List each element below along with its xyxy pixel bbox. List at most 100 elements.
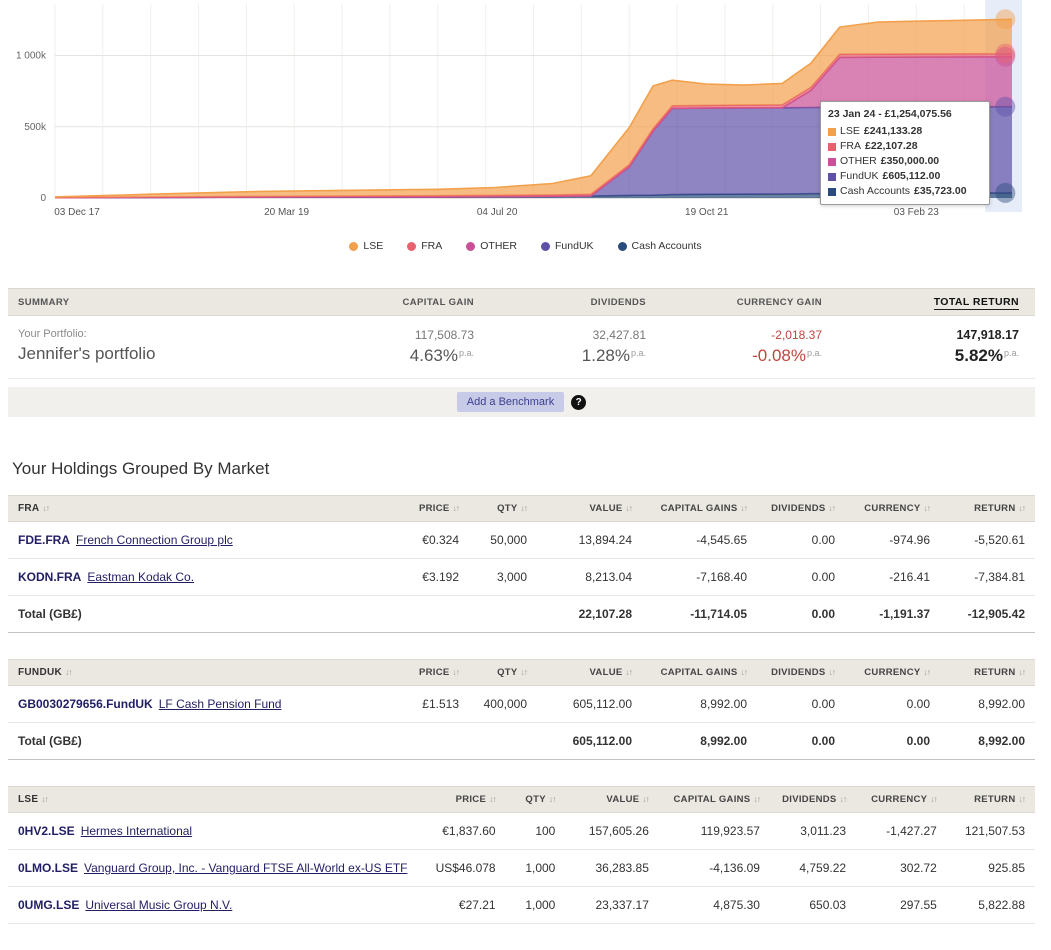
sort-icon[interactable]: ↓↑	[642, 794, 649, 804]
column-header-currency[interactable]: CURRENCY↓↑	[856, 787, 947, 813]
legend-item-funduk[interactable]: FundUK	[541, 240, 594, 252]
capital-gains-cell: -4,136.09	[659, 850, 770, 887]
total-row: Total (GB£) 605,112.00 8,992.00 0.00 0.0…	[8, 723, 1035, 760]
column-header-market-lse[interactable]: LSE↓↑	[8, 787, 417, 813]
column-header-market-fra[interactable]: FRA↓↑	[8, 496, 374, 522]
holding-code[interactable]: 0UMG.LSE	[18, 898, 79, 912]
sort-icon[interactable]: ↓↑	[453, 667, 460, 677]
chart-legend: LSE FRA OTHER FundUK Cash Accounts	[0, 240, 1051, 252]
column-header-value[interactable]: VALUE↓↑	[565, 787, 659, 813]
sort-icon[interactable]: ↓↑	[453, 503, 460, 513]
holding-code[interactable]: 0HV2.LSE	[18, 824, 75, 838]
other-dot-icon	[466, 242, 475, 251]
svg-text:500k: 500k	[24, 122, 47, 133]
cash-accounts-dot-icon	[618, 242, 627, 251]
qty-cell: 3,000	[469, 559, 537, 596]
sort-icon[interactable]: ↓↑	[829, 503, 836, 513]
holding-name-cell: FDE.FRA French Connection Group plc	[8, 522, 374, 559]
sort-icon[interactable]: ↓↑	[829, 667, 836, 677]
currency-cell: 0.00	[845, 686, 940, 723]
column-header-capital-gains[interactable]: CAPITAL GAINS↓↑	[642, 496, 757, 522]
column-header-qty[interactable]: QTY↓↑	[506, 787, 566, 813]
return-cell: 8,992.00	[940, 723, 1035, 760]
holding-link[interactable]: French Connection Group plc	[76, 533, 233, 547]
value-cell: 605,112.00	[537, 723, 642, 760]
sort-icon[interactable]: ↓↑	[42, 503, 49, 513]
column-header-qty[interactable]: QTY↓↑	[469, 660, 537, 686]
column-header-market-funduk[interactable]: FUNDUK↓↑	[8, 660, 374, 686]
sort-icon[interactable]: ↓↑	[1019, 503, 1026, 513]
sort-icon[interactable]: ↓↑	[924, 667, 931, 677]
value-cell: 13,894.24	[537, 522, 642, 559]
price-cell	[374, 723, 469, 760]
holding-link[interactable]: Eastman Kodak Co.	[87, 570, 194, 584]
column-header-capital-gains[interactable]: CAPITAL GAINS↓↑	[659, 787, 770, 813]
legend-item-lse[interactable]: LSE	[349, 240, 383, 252]
legend-item-fra[interactable]: FRA	[407, 240, 442, 252]
portfolio-cell: Your Portfolio: Jennifer's portfolio	[8, 316, 338, 379]
column-header-currency[interactable]: CURRENCY↓↑	[845, 660, 940, 686]
sort-icon[interactable]: ↓↑	[753, 794, 760, 804]
sort-icon[interactable]: ↓↑	[41, 794, 48, 804]
column-header-value[interactable]: VALUE↓↑	[537, 660, 642, 686]
holding-link[interactable]: Vanguard Group, Inc. - Vanguard FTSE All…	[84, 861, 407, 875]
legend-item-cash-accounts[interactable]: Cash Accounts	[618, 240, 702, 252]
column-header-return[interactable]: RETURN↓↑	[940, 660, 1035, 686]
sort-icon[interactable]: ↓↑	[924, 503, 931, 513]
column-header-currency[interactable]: CURRENCY↓↑	[845, 496, 940, 522]
sort-icon[interactable]: ↓↑	[626, 667, 633, 677]
sort-icon[interactable]: ↓↑	[741, 667, 748, 677]
column-header-price[interactable]: PRICE↓↑	[374, 496, 469, 522]
holding-link[interactable]: Hermes International	[81, 824, 192, 838]
sort-icon[interactable]: ↓↑	[1019, 667, 1026, 677]
holding-code[interactable]: FDE.FRA	[18, 533, 70, 547]
capital-gains-cell: -4,545.65	[642, 522, 757, 559]
sort-icon[interactable]: ↓↑	[741, 503, 748, 513]
holding-link[interactable]: LF Cash Pension Fund	[159, 697, 282, 711]
sort-icon[interactable]: ↓↑	[1019, 794, 1026, 804]
column-header-return[interactable]: RETURN↓↑	[940, 496, 1035, 522]
dividends-cell: 32,427.81 1.28%p.a.	[510, 316, 682, 379]
column-header-dividends[interactable]: DIVIDENDS↓↑	[757, 660, 845, 686]
legend-item-other[interactable]: OTHER	[466, 240, 517, 252]
pa-label: p.a.	[459, 348, 474, 358]
column-header-price[interactable]: PRICE↓↑	[374, 660, 469, 686]
dividends-cell: 0.00	[757, 686, 845, 723]
column-header-capital-gains[interactable]: CAPITAL GAINS↓↑	[642, 660, 757, 686]
svg-text:1 000k: 1 000k	[16, 51, 47, 62]
price-cell: €0.324	[374, 522, 469, 559]
sort-icon[interactable]: ↓↑	[489, 794, 496, 804]
sort-icon[interactable]: ↓↑	[626, 503, 633, 513]
column-header-value[interactable]: VALUE↓↑	[537, 496, 642, 522]
column-header-return[interactable]: RETURN↓↑	[947, 787, 1035, 813]
add-benchmark-button[interactable]: Add a Benchmark	[457, 392, 564, 412]
sort-icon[interactable]: ↓↑	[930, 794, 937, 804]
column-header-dividends[interactable]: DIVIDENDS↓↑	[757, 496, 845, 522]
holding-code[interactable]: KODN.FRA	[18, 570, 81, 584]
holding-code[interactable]: GB0030279656.FundUK	[18, 697, 153, 711]
return-cell: 5,822.88	[947, 887, 1035, 924]
column-header-dividends[interactable]: DIVIDENDS↓↑	[770, 787, 856, 813]
help-icon[interactable]: ?	[571, 395, 586, 410]
dividends-cell: 650.03	[770, 887, 856, 924]
value-cell: 157,605.26	[565, 813, 659, 850]
holding-link[interactable]: Universal Music Group N.V.	[85, 898, 232, 912]
column-header-price[interactable]: PRICE↓↑	[417, 787, 505, 813]
currency-cell: -1,191.37	[845, 596, 940, 633]
dividends-cell: 0.00	[757, 559, 845, 596]
holding-name-cell: 0UMG.LSE Universal Music Group N.V.	[8, 887, 417, 924]
column-header-qty[interactable]: QTY↓↑	[469, 496, 537, 522]
sort-icon[interactable]: ↓↑	[521, 503, 528, 513]
portfolio-name: Jennifer's portfolio	[18, 344, 302, 364]
qty-cell: 400,000	[469, 686, 537, 723]
sort-icon[interactable]: ↓↑	[521, 667, 528, 677]
holding-code[interactable]: 0LMO.LSE	[18, 861, 78, 875]
sort-icon[interactable]: ↓↑	[549, 794, 556, 804]
holding-name-cell: KODN.FRA Eastman Kodak Co.	[8, 559, 374, 596]
sort-icon[interactable]: ↓↑	[840, 794, 847, 804]
portfolio-value-chart[interactable]: 0500k1 000k03 Dec 1720 Mar 1904 Jul 2019…	[0, 0, 1051, 230]
pa-label: p.a.	[631, 348, 646, 358]
capital-gains-cell: -11,714.05	[642, 596, 757, 633]
sort-icon[interactable]: ↓↑	[65, 667, 72, 677]
price-cell: £1.513	[374, 686, 469, 723]
